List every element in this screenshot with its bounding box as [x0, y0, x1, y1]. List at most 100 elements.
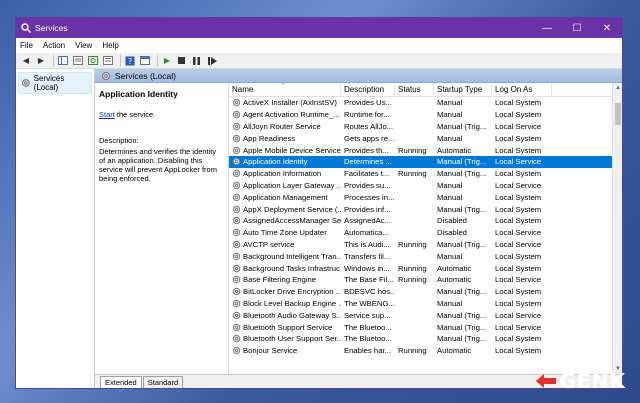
service-name-cell: AppX Deployment Service (...: [229, 205, 341, 214]
forward-icon[interactable]: ▶: [35, 55, 47, 67]
main-header-title: Services (Local): [115, 70, 176, 81]
menu-bar: File Action View Help: [16, 38, 622, 53]
table-row[interactable]: AllJoyn Router Service Routes AllJo... Man…: [229, 121, 622, 133]
table-row[interactable]: Block Level Backup Engine ... The WBENG..…: [229, 298, 622, 310]
table-row[interactable]: Application Identity Determines ... Manual…: [229, 155, 622, 168]
service-gear-icon: [232, 276, 241, 284]
table-row[interactable]: Bluetooth Audio Gateway S... Service sup.…: [229, 309, 622, 321]
service-name-cell: AVCTP service: [229, 240, 341, 249]
table-row[interactable]: Background Intelligent Tran... Transfers …: [229, 250, 622, 262]
menu-view[interactable]: View: [75, 41, 92, 50]
table-row[interactable]: Auto Time Zone Updater Automatica... Disab…: [229, 227, 622, 239]
service-startup-cell: Disabled: [437, 216, 467, 226]
service-gear-icon: [232, 299, 241, 308]
export-list-icon[interactable]: [102, 55, 114, 67]
restart-service-icon[interactable]: [206, 55, 218, 67]
description-label: Description:: [99, 136, 139, 145]
service-logon-cell: Local System: [495, 334, 542, 344]
tree-item-services-local[interactable]: Services (Local): [18, 72, 92, 94]
service-logon-cell: Local System: [495, 204, 542, 214]
table-row[interactable]: AppX Deployment Service (... Provides inf…: [229, 203, 622, 215]
table-row[interactable]: App Readiness Gets apps re... Manual Local …: [229, 132, 622, 144]
minimize-button[interactable]: —: [532, 18, 562, 38]
help-icon[interactable]: ?: [124, 55, 136, 67]
service-logon-cell: Local Service: [495, 275, 542, 285]
service-logon-cell: Local System: [495, 216, 542, 226]
maximize-button[interactable]: ☐: [562, 18, 592, 38]
service-startup-cell: Automatic: [437, 275, 472, 285]
scroll-up-icon[interactable]: ▲: [613, 83, 622, 93]
column-startup-type[interactable]: Startup Type: [434, 83, 492, 96]
table-row[interactable]: Application Information Facilitates t... R…: [229, 168, 622, 180]
refresh-icon[interactable]: [87, 55, 99, 67]
service-description-cell: The Bluetoo...: [344, 322, 392, 332]
service-gear-icon: [232, 181, 241, 190]
service-status-cell: Running: [398, 239, 427, 249]
service-name-cell: Block Level Backup Engine ...: [229, 299, 341, 308]
table-row[interactable]: Application Management Processes in... Man…: [229, 191, 622, 203]
start-service-link[interactable]: Start: [99, 110, 115, 119]
table-row[interactable]: AVCTP service This is Audi... Running Manua…: [229, 239, 622, 251]
table-row[interactable]: Base Filtering Engine The Base Fil... Runn…: [229, 274, 622, 286]
service-gear-icon: [232, 134, 241, 142]
show-tree-icon[interactable]: [57, 55, 69, 67]
tree-item-label: Services (Local): [33, 74, 65, 92]
properties-icon[interactable]: [72, 55, 84, 67]
service-description-cell: Service sup...: [344, 310, 391, 320]
service-name-cell: Apple Mobile Device Service: [229, 146, 341, 155]
tab-standard[interactable]: Standard: [142, 376, 184, 388]
menu-file[interactable]: File: [20, 41, 33, 50]
table-row[interactable]: Bonjour Service Enables har... Running Auto…: [229, 345, 622, 357]
service-startup-cell: Manual: [437, 298, 463, 308]
table-row[interactable]: BitLocker Drive Encryption ... BDESVC hos…: [229, 286, 622, 298]
service-startup-cell: Manual (Trig...: [437, 239, 487, 249]
stop-service-icon[interactable]: [176, 55, 188, 67]
close-button[interactable]: ✕: [592, 18, 622, 38]
start-service-icon[interactable]: ▶: [161, 55, 173, 67]
pause-service-icon[interactable]: [191, 55, 203, 67]
service-gear-icon: [232, 240, 241, 249]
table-row[interactable]: Bluetooth User Support Ser... The Bluetoo…: [229, 333, 622, 345]
service-description-cell: Provides th...: [344, 145, 389, 155]
service-gear-icon: [232, 252, 241, 260]
scroll-thumb[interactable]: [615, 103, 621, 125]
services-panel: Application Identity Start the service D…: [95, 83, 622, 374]
service-name-cell: Agent Activation Runtime_...: [229, 110, 341, 119]
vertical-scrollbar[interactable]: ▲ ▼: [612, 83, 622, 374]
table-row[interactable]: Application Layer Gateway ... Provides su…: [229, 180, 622, 192]
service-startup-cell: Manual: [437, 251, 463, 261]
service-startup-cell: Automatic: [437, 263, 472, 273]
services-list: ⌃ Name Description Status Startup Type L…: [229, 83, 622, 374]
column-description[interactable]: Description: [341, 83, 395, 96]
column-headers: ⌃ Name Description Status Startup Type L…: [229, 83, 622, 97]
table-row[interactable]: Background Tasks Infrastruc... Windows in…: [229, 262, 622, 274]
service-name-cell: Bonjour Service: [229, 346, 341, 355]
service-description-cell: Processes in...: [344, 192, 395, 202]
service-startup-cell: Manual (Trig...: [437, 334, 487, 344]
service-description-cell: Transfers fil...: [344, 251, 391, 261]
menu-help[interactable]: Help: [102, 41, 118, 50]
column-log-on-as[interactable]: Log On As: [492, 83, 552, 96]
service-description-cell: Enables har...: [344, 346, 392, 356]
column-status[interactable]: Status: [395, 83, 434, 96]
service-gear-icon: [232, 110, 241, 119]
service-logon-cell: Local System: [495, 346, 542, 356]
toolbar: ◀ ▶ ? ▶: [16, 53, 622, 69]
service-logon-cell: Local System: [495, 110, 542, 120]
tab-extended[interactable]: Extended: [100, 376, 142, 388]
service-description-cell: This is Audi...: [344, 239, 390, 249]
service-name-cell: Bluetooth Support Service: [229, 323, 341, 332]
table-row[interactable]: Agent Activation Runtime_... Runtime for.…: [229, 109, 622, 121]
service-description-cell: Runtime for...: [344, 110, 390, 120]
service-startup-cell: Manual (Trig...: [437, 121, 487, 131]
menu-action[interactable]: Action: [43, 41, 65, 50]
console-view-icon[interactable]: [139, 55, 151, 67]
table-row[interactable]: ActiveX Installer (AxInstSV) Provides Us.…: [229, 97, 622, 109]
service-status-cell: Running: [398, 263, 427, 273]
table-row[interactable]: AssignedAccessManager Se... AssignedAc...…: [229, 215, 622, 227]
table-row[interactable]: Bluetooth Support Service The Bluetoo... M…: [229, 321, 622, 333]
service-description-cell: Provides su...: [344, 180, 391, 190]
table-row[interactable]: Apple Mobile Device Service Provides th..…: [229, 144, 622, 156]
back-icon[interactable]: ◀: [20, 55, 32, 67]
service-logon-cell: Local System: [495, 98, 542, 108]
